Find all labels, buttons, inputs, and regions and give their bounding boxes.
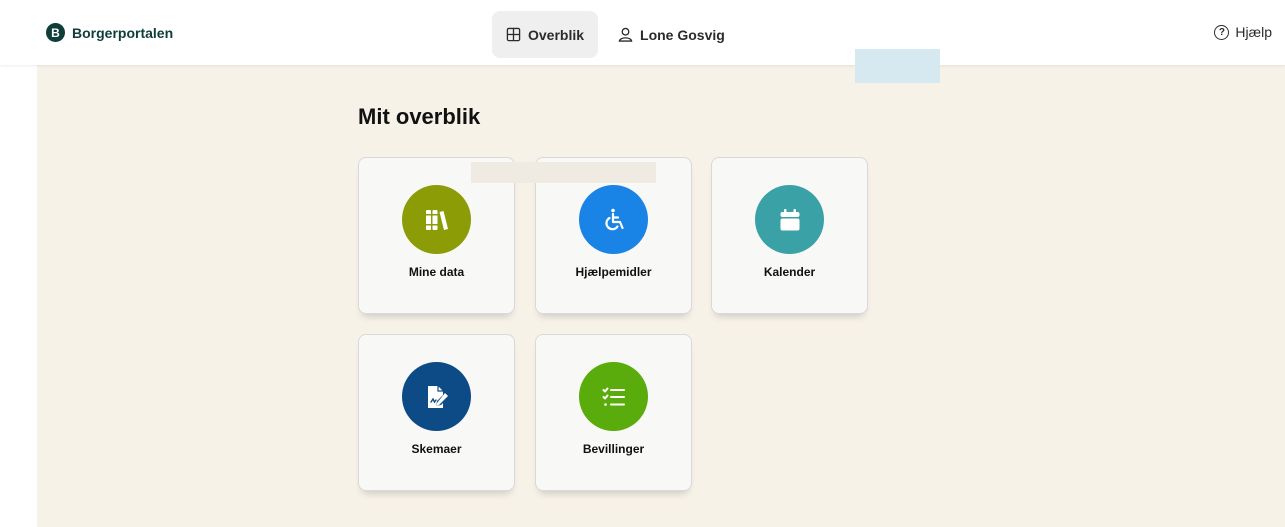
tile-label: Skemaer bbox=[411, 442, 462, 456]
redaction-block bbox=[855, 49, 940, 83]
user-icon bbox=[618, 27, 633, 42]
main-nav: Overblik Lone Gosvig bbox=[492, 11, 739, 58]
help-link[interactable]: ? Hjælp bbox=[1214, 24, 1272, 40]
page-title: Mit overblik bbox=[358, 104, 481, 129]
nav-item-user-label: Lone Gosvig bbox=[640, 26, 725, 43]
help-label: Hjælp bbox=[1235, 24, 1272, 40]
form-edit-icon bbox=[427, 385, 448, 408]
left-gutter bbox=[0, 0, 37, 527]
tile-label: Hjælpemidler bbox=[575, 265, 652, 279]
wheelchair-icon bbox=[604, 208, 624, 230]
tile-label: Mine data bbox=[408, 265, 465, 279]
grid-icon bbox=[506, 27, 521, 42]
tile-bevillinger[interactable]: Bevillinger bbox=[535, 334, 692, 491]
redaction-block bbox=[471, 162, 656, 183]
tile-icon-circle bbox=[402, 185, 471, 254]
brand-logo-icon: B bbox=[46, 23, 65, 42]
nav-item-overview-label: Overblik bbox=[528, 26, 585, 43]
tile-icon-circle bbox=[579, 185, 648, 254]
checklist-icon bbox=[602, 387, 625, 406]
nav-item-overview[interactable]: Overblik bbox=[492, 11, 599, 58]
tile-icon-circle bbox=[402, 362, 471, 431]
brand-link[interactable]: B Borgerportalen bbox=[46, 23, 173, 42]
tile-icon-circle bbox=[755, 185, 824, 254]
tile-icon-circle bbox=[579, 362, 648, 431]
question-icon: ? bbox=[1214, 24, 1230, 40]
books-icon bbox=[425, 209, 448, 230]
brand-name: Borgerportalen bbox=[72, 24, 174, 41]
nav-item-user[interactable]: Lone Gosvig bbox=[604, 11, 739, 58]
tile-skemaer[interactable]: Skemaer bbox=[358, 334, 515, 491]
tile-label: Kalender bbox=[763, 265, 816, 279]
calendar-icon bbox=[780, 208, 799, 230]
tile-label: Bevillinger bbox=[582, 442, 645, 456]
top-bar: B Borgerportalen Overblik Lone Gosvig ? … bbox=[0, 0, 1285, 65]
tile-kalender[interactable]: Kalender bbox=[711, 157, 868, 314]
